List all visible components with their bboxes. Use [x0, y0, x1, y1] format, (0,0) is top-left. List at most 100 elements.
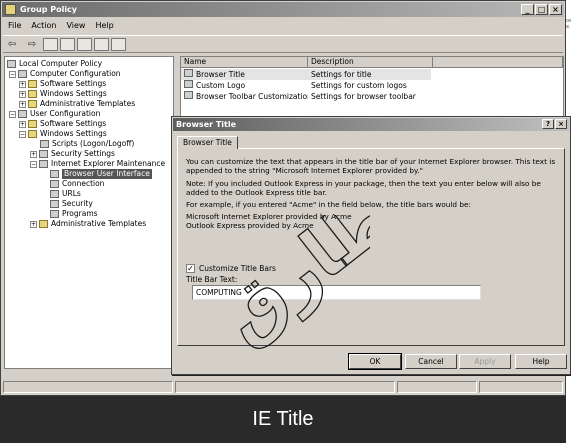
- setting-icon: [184, 80, 193, 88]
- checkbox-label: Customize Title Bars: [199, 264, 276, 273]
- expand-icon[interactable]: +: [19, 100, 26, 108]
- dialog-titlebar: Browser Title ? ×: [173, 118, 569, 131]
- note-text: Note: If you included Outlook Express in…: [186, 179, 541, 197]
- dialog-close-button[interactable]: ×: [555, 119, 567, 129]
- computer-icon: [18, 70, 27, 78]
- folder-icon: [28, 130, 37, 138]
- browser-title-dialog: Browser Title ? × Browser Title You can …: [171, 116, 571, 375]
- status-panel: [479, 381, 563, 393]
- menu-view[interactable]: View: [61, 19, 90, 33]
- title-bar-text-label: Title Bar Text:: [186, 275, 238, 284]
- window-title: Group Policy: [20, 5, 78, 14]
- expand-icon[interactable]: +: [19, 120, 26, 128]
- list-header: Name Description: [181, 57, 563, 68]
- status-panel: [3, 381, 173, 393]
- tree-item-uc-windows[interactable]: − Windows Settings: [19, 129, 107, 139]
- column-header-name[interactable]: Name: [181, 57, 308, 68]
- setting-icon: [184, 91, 193, 99]
- connection-icon: [50, 180, 59, 188]
- example-ie-text: Microsoft Internet Explorer provided by …: [186, 212, 352, 221]
- folder-icon: [28, 90, 37, 98]
- status-panel: [397, 381, 477, 393]
- menu-bar: File Action View Help: [3, 19, 119, 33]
- customize-title-bars-checkbox[interactable]: ✓ Customize Title Bars: [186, 264, 276, 273]
- list-item[interactable]: Browser Toolbar Customizations Settings …: [181, 91, 431, 102]
- dialog-title: Browser Title: [176, 120, 237, 129]
- help-icon[interactable]: [111, 37, 126, 51]
- folder-icon: [28, 120, 37, 128]
- scripts-icon: [40, 140, 49, 148]
- tree-item-computer-config[interactable]: − Computer Configuration: [9, 69, 121, 79]
- tree-item-cc-admin[interactable]: + Administrative Templates: [19, 99, 135, 109]
- forward-icon[interactable]: ⇨: [23, 37, 41, 52]
- status-panel: [175, 381, 395, 393]
- show-hide-tree-icon[interactable]: [60, 37, 75, 51]
- menu-action[interactable]: Action: [26, 19, 61, 33]
- ok-button[interactable]: OK: [348, 353, 402, 370]
- lock-icon: [50, 200, 59, 208]
- tree-item-user-config[interactable]: − User Configuration: [9, 109, 100, 119]
- side-text: ow e.: [566, 18, 571, 30]
- folder-icon: [39, 220, 48, 228]
- back-icon[interactable]: ⇦: [3, 37, 21, 52]
- minimize-button[interactable]: _: [521, 4, 534, 15]
- tree-item-urls[interactable]: URLs: [50, 189, 81, 199]
- group-policy-icon: [5, 4, 16, 15]
- tab-browser-title[interactable]: Browser Title: [177, 136, 238, 149]
- tree-item-security-settings[interactable]: + Security Settings: [30, 149, 115, 159]
- tree-item-browser-ui[interactable]: Browser User Interface: [50, 169, 152, 179]
- tree-item-cc-software[interactable]: + Software Settings: [19, 79, 106, 89]
- list-item[interactable]: Custom Logo Settings for custom logos: [181, 80, 431, 91]
- help-button[interactable]: Help: [515, 354, 567, 369]
- properties-icon[interactable]: [77, 37, 92, 51]
- browser-ui-icon: [50, 170, 59, 178]
- close-button[interactable]: ×: [549, 4, 562, 15]
- expand-icon[interactable]: +: [19, 80, 26, 88]
- status-bar: [3, 381, 563, 393]
- collapse-icon[interactable]: −: [9, 110, 16, 118]
- example-oe-text: Outlook Express provided by Acme: [186, 221, 314, 230]
- expand-icon[interactable]: +: [30, 150, 37, 158]
- security-settings-icon: [39, 150, 48, 158]
- menu-file[interactable]: File: [3, 19, 26, 33]
- column-header-description[interactable]: Description: [308, 57, 433, 68]
- tree-item-security[interactable]: Security: [50, 199, 93, 209]
- collapse-icon[interactable]: −: [30, 160, 37, 168]
- expand-icon[interactable]: +: [19, 90, 26, 98]
- setting-icon: [184, 69, 193, 77]
- intro-text: You can customize the text that appears …: [186, 157, 556, 175]
- checkbox-mark[interactable]: ✓: [186, 264, 195, 273]
- example-intro-text: For example, if you entered "Acme" in th…: [186, 200, 471, 209]
- folder-icon: [28, 100, 37, 108]
- tree-item-connection[interactable]: Connection: [50, 179, 104, 189]
- menu-help[interactable]: Help: [90, 19, 118, 33]
- caption-text: IE Title: [252, 408, 314, 430]
- export-list-icon[interactable]: [94, 37, 109, 51]
- urls-icon: [50, 190, 59, 198]
- tab-panel: You can customize the text that appears …: [177, 148, 565, 346]
- expand-icon[interactable]: +: [30, 220, 37, 228]
- tree-item-root[interactable]: Local Computer Policy: [7, 59, 102, 69]
- programs-icon: [50, 210, 59, 218]
- tree-item-cc-windows[interactable]: + Windows Settings: [19, 89, 107, 99]
- tree-item-uc-admin[interactable]: + Administrative Templates: [30, 219, 146, 229]
- collapse-icon[interactable]: −: [9, 70, 16, 78]
- user-icon: [18, 110, 27, 118]
- tree-item-uc-software[interactable]: + Software Settings: [19, 119, 106, 129]
- collapse-icon[interactable]: −: [19, 130, 26, 138]
- window-titlebar: Group Policy _ □ ×: [2, 2, 564, 17]
- column-header-spacer: [433, 57, 563, 68]
- maximize-button[interactable]: □: [535, 4, 548, 15]
- policy-icon: [7, 60, 16, 68]
- up-one-level-icon[interactable]: [43, 37, 58, 51]
- tree-item-iem[interactable]: − Internet Explorer Maintenance: [30, 159, 165, 169]
- cancel-button[interactable]: Cancel: [405, 354, 457, 369]
- dialog-help-button[interactable]: ?: [542, 119, 554, 129]
- ie-maintenance-icon: [39, 160, 48, 168]
- apply-button[interactable]: Apply: [459, 354, 511, 369]
- toolbar: ⇦ ⇨: [3, 35, 563, 53]
- tree-item-programs[interactable]: Programs: [50, 209, 98, 219]
- list-item[interactable]: Browser Title Settings for title: [181, 69, 431, 80]
- tree-item-scripts[interactable]: Scripts (Logon/Logoff): [40, 139, 134, 149]
- title-bar-text-input[interactable]: COMPUTING: [192, 285, 481, 300]
